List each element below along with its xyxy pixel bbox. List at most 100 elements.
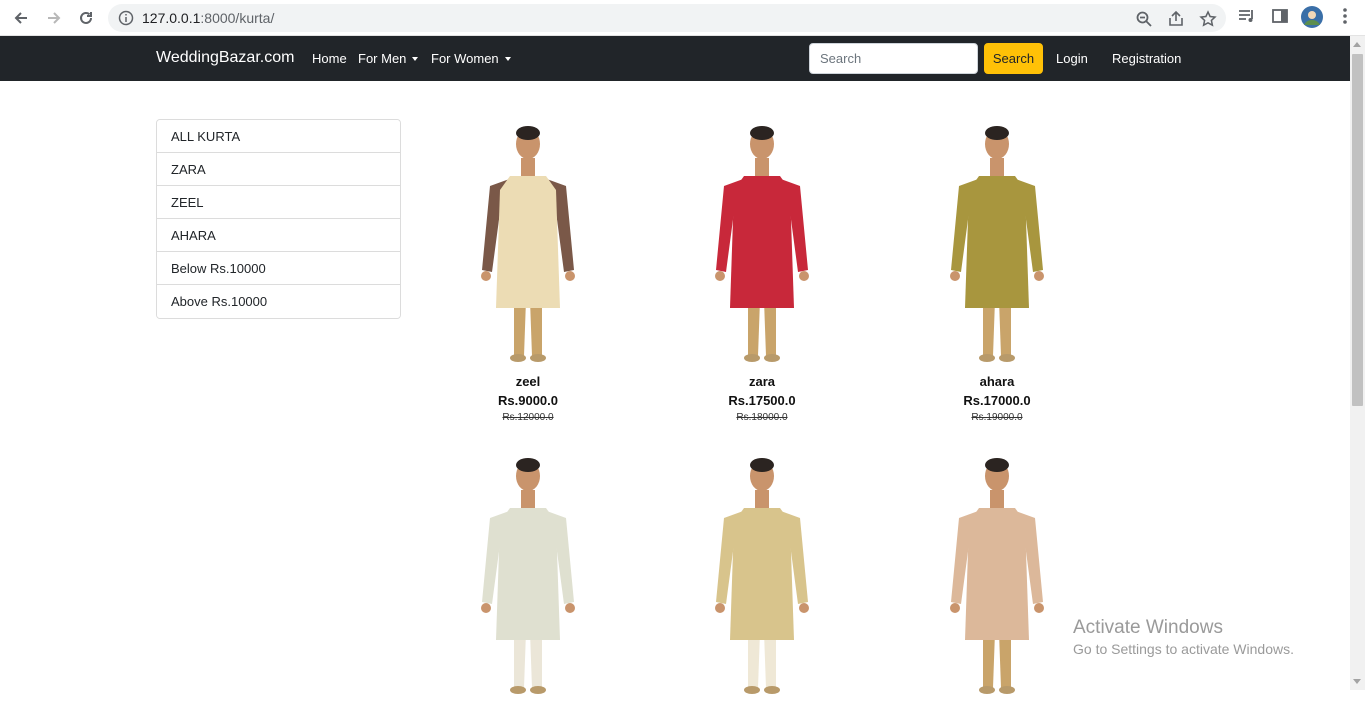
model-figure-part bbox=[990, 490, 1004, 508]
list-item-all-kurta[interactable]: ALL KURTA bbox=[157, 120, 400, 153]
model-figure-part bbox=[990, 158, 1004, 176]
model-figure-part bbox=[510, 686, 526, 694]
nav-login[interactable]: Login bbox=[1056, 51, 1088, 66]
model-figure-part bbox=[979, 354, 995, 362]
back-arrow-icon[interactable] bbox=[9, 6, 33, 30]
model-figure-part bbox=[715, 603, 725, 613]
model-figure-part bbox=[516, 458, 540, 472]
product-name[interactable]: zara bbox=[662, 374, 862, 389]
model-figure-part bbox=[565, 271, 575, 281]
product-name[interactable]: zeel bbox=[428, 374, 628, 389]
model-figure-part bbox=[764, 300, 776, 356]
product-card[interactable]: zara Rs.17500.0 Rs.18000.0 bbox=[662, 120, 862, 423]
model-figure-part bbox=[764, 354, 780, 362]
model-figure-part bbox=[516, 126, 540, 140]
product-image[interactable] bbox=[428, 120, 628, 365]
model-figure-part bbox=[965, 176, 1029, 308]
model-figure-part bbox=[985, 458, 1009, 472]
forward-arrow-icon[interactable] bbox=[42, 6, 66, 30]
model-figure-part bbox=[764, 686, 780, 694]
nav-for-women-label: For Women bbox=[431, 51, 499, 66]
bookmark-star-icon[interactable] bbox=[1199, 10, 1217, 28]
list-item-above-10000[interactable]: Above Rs.10000 bbox=[157, 285, 400, 318]
model-figure-part bbox=[999, 686, 1015, 694]
reading-list-icon[interactable] bbox=[1237, 6, 1259, 28]
nav-for-women[interactable]: For Women bbox=[431, 51, 511, 66]
model-figure-part bbox=[565, 603, 575, 613]
model-figure-part bbox=[730, 508, 794, 640]
model-figure-part bbox=[481, 271, 491, 281]
product-image[interactable] bbox=[897, 120, 1097, 365]
model-figure-part bbox=[750, 458, 774, 472]
model-figure-part bbox=[510, 354, 526, 362]
product-image[interactable] bbox=[662, 120, 862, 365]
reload-icon[interactable] bbox=[74, 6, 98, 30]
url-text: 127.0.0.1:8000/kurta/ bbox=[142, 10, 275, 26]
model-figure-part bbox=[1034, 603, 1044, 613]
model-figure-part bbox=[496, 176, 560, 308]
profile-avatar[interactable] bbox=[1300, 5, 1323, 28]
model-figure-part bbox=[950, 271, 960, 281]
model-figure-part bbox=[965, 508, 1029, 640]
product-card[interactable]: ahara Rs.17000.0 Rs.19000.0 bbox=[897, 120, 1097, 423]
nav-for-men-label: For Men bbox=[358, 51, 407, 66]
nav-registration[interactable]: Registration bbox=[1112, 51, 1181, 66]
list-item-zara[interactable]: ZARA bbox=[157, 153, 400, 186]
brand-link[interactable]: WeddingBazar.com bbox=[156, 49, 294, 67]
model-figure-part bbox=[999, 632, 1011, 688]
search-button[interactable]: Search bbox=[984, 43, 1043, 74]
product-card[interactable] bbox=[897, 452, 1097, 702]
category-list: ALL KURTA ZARA ZEEL AHARA Below Rs.10000… bbox=[156, 119, 401, 319]
scroll-thumb[interactable] bbox=[1352, 54, 1363, 406]
model-figure-part bbox=[496, 508, 560, 640]
model-figure-part bbox=[530, 300, 542, 356]
address-bar[interactable]: 127.0.0.1:8000/kurta/ bbox=[108, 4, 1226, 32]
product-card[interactable] bbox=[428, 452, 628, 702]
model-figure-part bbox=[750, 126, 774, 140]
model-figure-part bbox=[530, 686, 546, 694]
model-figure-part bbox=[744, 686, 760, 694]
product-old-price: Rs.12000.0 bbox=[502, 412, 554, 423]
list-item-zeel[interactable]: ZEEL bbox=[157, 186, 400, 219]
model-figure-part bbox=[514, 632, 526, 688]
product-price: Rs.17500.0 bbox=[728, 393, 796, 408]
product-name[interactable]: ahara bbox=[897, 374, 1097, 389]
model-figure-part bbox=[744, 354, 760, 362]
activate-windows-subtitle: Go to Settings to activate Windows. bbox=[1073, 641, 1294, 657]
browser-toolbar: 127.0.0.1:8000/kurta/ bbox=[0, 0, 1365, 36]
zoom-icon[interactable] bbox=[1135, 10, 1153, 28]
site-navbar: WeddingBazar.com Home For Men For Women … bbox=[0, 36, 1350, 81]
product-card[interactable] bbox=[662, 452, 862, 702]
side-panel-icon[interactable] bbox=[1270, 6, 1292, 28]
product-card[interactable]: zeel Rs.9000.0 Rs.12000.0 bbox=[428, 120, 628, 423]
model-figure-part bbox=[530, 354, 546, 362]
model-figure-part bbox=[514, 300, 526, 356]
model-figure-part bbox=[983, 632, 995, 688]
list-item-below-10000[interactable]: Below Rs.10000 bbox=[157, 252, 400, 285]
list-item-ahara[interactable]: AHARA bbox=[157, 219, 400, 252]
product-price: Rs.9000.0 bbox=[498, 393, 558, 408]
share-icon[interactable] bbox=[1167, 10, 1185, 28]
search-input[interactable] bbox=[809, 43, 978, 74]
model-figure-part bbox=[481, 603, 491, 613]
product-image[interactable] bbox=[897, 452, 1097, 697]
model-figure-part bbox=[530, 632, 542, 688]
model-figure-part bbox=[715, 271, 725, 281]
model-figure-part bbox=[755, 158, 769, 176]
nav-for-men[interactable]: For Men bbox=[358, 51, 419, 66]
model-figure-part bbox=[983, 300, 995, 356]
model-figure-part bbox=[985, 126, 1009, 140]
model-figure-part bbox=[950, 603, 960, 613]
product-image[interactable] bbox=[428, 452, 628, 697]
model-figure-part bbox=[999, 354, 1015, 362]
scroll-up-arrow-icon[interactable] bbox=[1353, 42, 1361, 47]
nav-home[interactable]: Home bbox=[312, 51, 347, 66]
menu-kebab-icon[interactable] bbox=[1335, 6, 1357, 28]
model-figure-part bbox=[799, 271, 809, 281]
product-price: Rs.17000.0 bbox=[963, 393, 1031, 408]
site-info-icon[interactable] bbox=[118, 10, 134, 31]
product-image[interactable] bbox=[662, 452, 862, 697]
model-figure-part bbox=[521, 158, 535, 176]
scroll-down-arrow-icon[interactable] bbox=[1353, 679, 1361, 684]
page-scrollbar[interactable] bbox=[1350, 36, 1365, 690]
